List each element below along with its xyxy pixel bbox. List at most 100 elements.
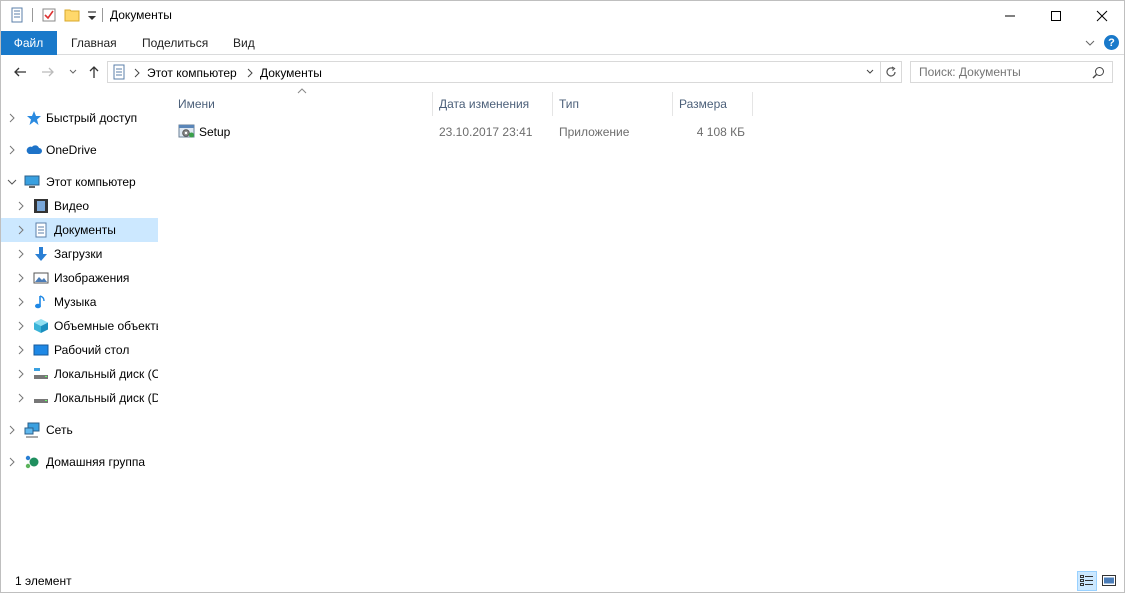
nav-downloads[interactable]: Загрузки: [0, 242, 158, 266]
address-bar[interactable]: Этот компьютер Документы: [107, 61, 881, 83]
nav-label: Рабочий стол: [54, 343, 130, 357]
nav-documents[interactable]: Документы: [0, 218, 158, 242]
nav-label: Документы: [54, 223, 116, 237]
expand-chevron-icon[interactable]: [16, 225, 26, 235]
tab-view[interactable]: Вид: [233, 31, 255, 55]
tab-share[interactable]: Поделиться: [142, 31, 208, 55]
expand-chevron-icon[interactable]: [16, 273, 26, 283]
nav-label: Изображения: [54, 271, 130, 285]
close-button[interactable]: [1079, 0, 1125, 31]
expand-chevron-icon[interactable]: [16, 249, 26, 259]
nav-label: Загрузки: [54, 247, 103, 261]
column-header-label: Тип: [559, 97, 580, 111]
desktop-icon: [33, 344, 49, 356]
item-count: 1 элемент: [15, 574, 72, 588]
nav-drive-c[interactable]: Локальный диск (C: [0, 362, 158, 386]
column-divider[interactable]: [752, 92, 753, 116]
minimize-button[interactable]: [987, 0, 1033, 31]
column-header-type[interactable]: Тип: [553, 92, 672, 116]
back-arrow-icon: [14, 67, 26, 77]
help-icon: ?: [1108, 36, 1115, 49]
refresh-button[interactable]: [880, 61, 902, 83]
tab-home[interactable]: Главная: [71, 31, 117, 55]
address-history-icon[interactable]: [865, 67, 875, 77]
details-view-icon: [1080, 575, 1093, 586]
music-icon: [35, 295, 45, 309]
maximize-button[interactable]: [1033, 0, 1079, 31]
documents-icon: [113, 64, 125, 80]
tab-file[interactable]: Файл: [0, 31, 57, 55]
search-box[interactable]: [910, 61, 1113, 83]
column-header-name[interactable]: Имени: [172, 92, 432, 116]
search-icon[interactable]: [1092, 66, 1105, 79]
customize-qat-icon[interactable]: [84, 9, 100, 25]
column-header-date[interactable]: Дата изменения: [433, 92, 552, 116]
nav-onedrive[interactable]: OneDrive: [0, 138, 158, 162]
nav-videos[interactable]: Видео: [0, 194, 158, 218]
nav-quick-access[interactable]: Быстрый доступ: [0, 106, 158, 130]
expand-chevron-icon[interactable]: [7, 145, 17, 155]
properties-icon[interactable]: [41, 7, 57, 23]
breadcrumb-chevron-icon[interactable]: [246, 68, 254, 78]
nav-music[interactable]: Музыка: [0, 290, 158, 314]
expand-chevron-icon[interactable]: [16, 369, 26, 379]
expand-chevron-icon[interactable]: [7, 113, 17, 123]
expand-chevron-icon[interactable]: [16, 201, 26, 211]
collapse-chevron-icon[interactable]: [7, 177, 17, 187]
help-button[interactable]: ?: [1104, 35, 1119, 50]
3d-objects-icon: [34, 319, 48, 333]
star-icon: [27, 111, 41, 125]
expand-chevron-icon[interactable]: [7, 425, 17, 435]
column-header-label: Размера: [679, 97, 727, 111]
expand-chevron-icon[interactable]: [16, 297, 26, 307]
large-icons-view-button[interactable]: [1099, 571, 1119, 591]
documents-folder-icon[interactable]: [9, 7, 25, 23]
breadcrumb-this-pc[interactable]: Этот компьютер: [147, 66, 237, 80]
search-input[interactable]: [917, 64, 1087, 80]
expand-chevron-icon[interactable]: [7, 457, 17, 467]
nav-desktop[interactable]: Рабочий стол: [0, 338, 158, 362]
breadcrumb-chevron-icon[interactable]: [133, 68, 141, 78]
homegroup-icon: [25, 455, 39, 469]
nav-label: Видео: [54, 199, 90, 213]
maximize-icon: [1051, 10, 1061, 21]
up-button[interactable]: [84, 62, 104, 82]
close-icon: [1096, 10, 1108, 21]
drive-d-icon: [34, 399, 48, 403]
nav-label: OneDrive: [46, 143, 97, 157]
expand-chevron-icon[interactable]: [16, 321, 26, 331]
forward-button[interactable]: [38, 62, 58, 82]
file-type: Приложение: [559, 125, 630, 139]
back-button[interactable]: [10, 62, 30, 82]
nav-homegroup[interactable]: Домашняя группа: [0, 450, 158, 474]
expand-chevron-icon[interactable]: [16, 393, 26, 403]
recent-locations-button[interactable]: [63, 62, 83, 82]
nav-pictures[interactable]: Изображения: [0, 266, 158, 290]
chevron-down-icon: [69, 69, 77, 74]
up-arrow-icon: [89, 66, 99, 78]
nav-this-pc[interactable]: Этот компьютер: [0, 170, 158, 194]
nav-network[interactable]: Сеть: [0, 418, 158, 442]
nav-3d-objects[interactable]: Объемные объекты: [0, 314, 158, 338]
nav-label: Быстрый доступ: [46, 111, 138, 125]
video-icon: [34, 199, 48, 213]
forward-arrow-icon: [42, 67, 54, 77]
details-view-button[interactable]: [1077, 571, 1097, 591]
minimize-icon: [1005, 15, 1015, 16]
breadcrumb-documents[interactable]: Документы: [260, 66, 322, 80]
computer-icon: [24, 175, 40, 188]
new-folder-icon[interactable]: [64, 7, 80, 23]
expand-chevron-icon[interactable]: [16, 345, 26, 355]
expand-ribbon-icon[interactable]: [1084, 37, 1096, 49]
nav-drive-d[interactable]: Локальный диск (D: [0, 386, 158, 410]
column-header-size[interactable]: Размера: [673, 92, 752, 116]
cloud-icon: [26, 145, 42, 154]
nav-label: Домашняя группа: [46, 455, 146, 469]
file-row[interactable]: Setup 23.10.2017 23:41 Приложение 4 108 …: [172, 120, 752, 142]
refresh-icon: [886, 66, 896, 77]
file-name[interactable]: Setup: [199, 125, 230, 139]
setup-app-icon: [178, 124, 195, 138]
pictures-icon: [33, 272, 49, 284]
nav-label: Этот компьютер: [46, 175, 136, 189]
nav-label: Локальный диск (C: [54, 367, 158, 381]
